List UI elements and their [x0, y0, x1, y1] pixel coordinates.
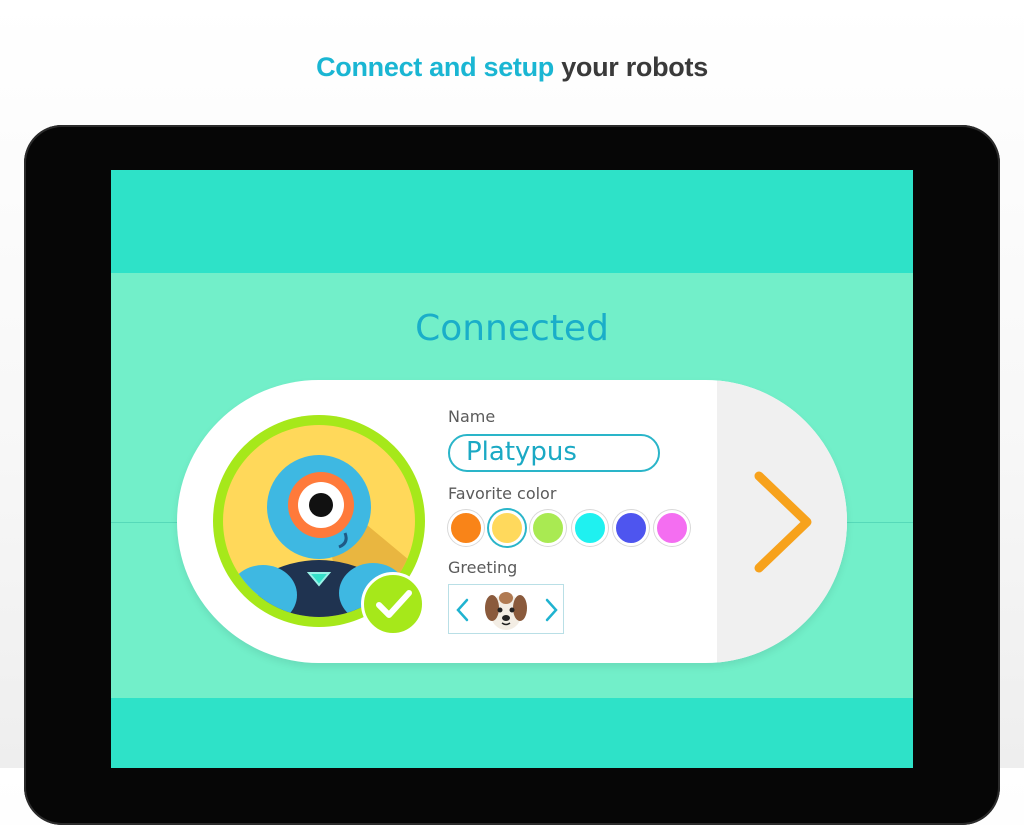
app-screen: Connected Name Platypus Favorite color G… [111, 170, 913, 768]
color-swatch-pink[interactable] [654, 510, 690, 546]
color-swatch-orange[interactable] [448, 510, 484, 546]
page-headline: Connect and setup your robots [0, 52, 1024, 83]
color-swatch-cyan[interactable] [572, 510, 608, 546]
color-swatch-blue[interactable] [613, 510, 649, 546]
color-swatch-green[interactable] [530, 510, 566, 546]
connected-check-badge [361, 572, 425, 636]
chevron-left-icon [456, 598, 469, 622]
next-button[interactable] [717, 380, 847, 663]
checkmark-icon [376, 590, 412, 618]
dog-face-icon [483, 588, 529, 637]
greeting-selector [448, 584, 564, 634]
greeting-next-button[interactable] [541, 597, 561, 623]
chevron-right-small-icon [545, 598, 558, 622]
greeting-label: Greeting [448, 558, 518, 577]
favorite-color-label: Favorite color [448, 484, 557, 503]
color-swatch-yellow[interactable] [489, 510, 525, 546]
headline-rest: your robots [561, 52, 708, 82]
headline-accent: Connect and setup [316, 52, 554, 82]
chevron-right-icon [754, 471, 812, 573]
connection-status-title: Connected [415, 308, 609, 349]
greeting-prev-button[interactable] [453, 597, 473, 623]
name-label: Name [448, 407, 496, 426]
robot-name-input[interactable]: Platypus [448, 434, 660, 472]
robot-card: Name Platypus Favorite color Greeting [177, 380, 847, 663]
